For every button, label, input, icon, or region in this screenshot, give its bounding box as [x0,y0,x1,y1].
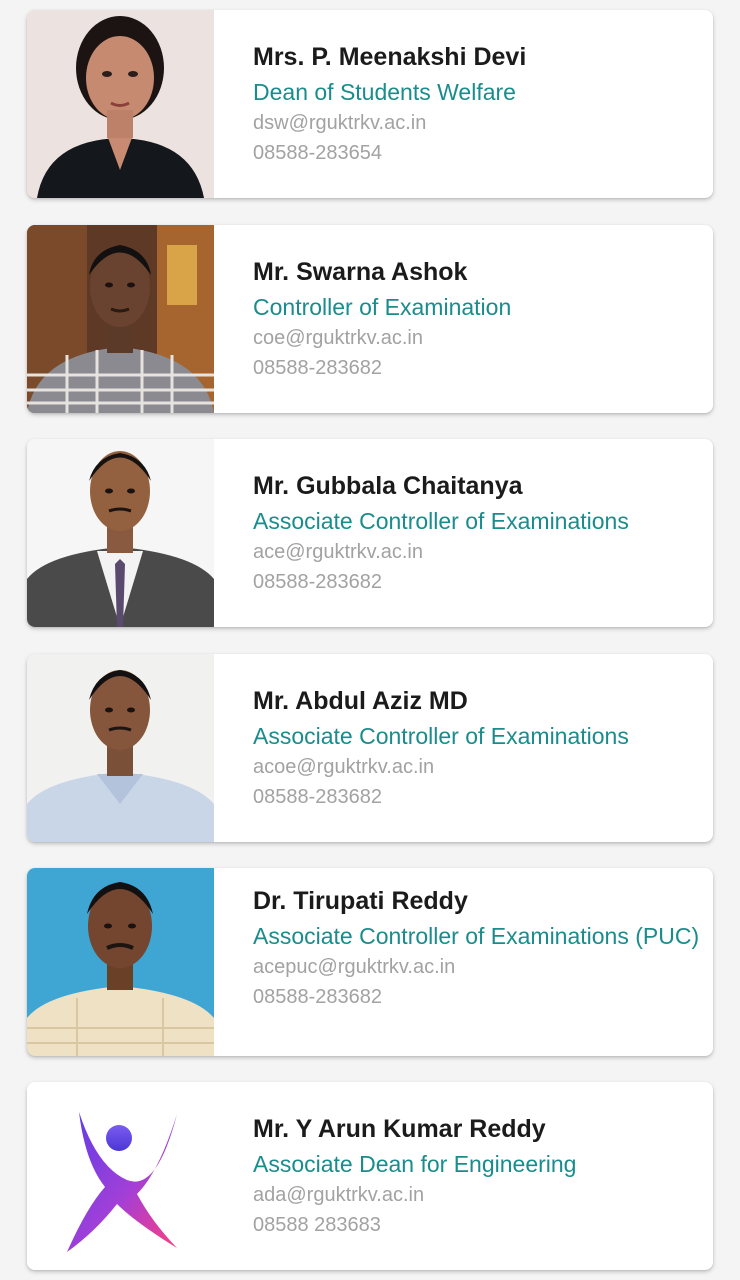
staff-email[interactable]: ace@rguktrkv.ac.in [253,538,713,566]
staff-phone[interactable]: 08588-283682 [253,783,713,811]
staff-card[interactable]: Mr. Y Arun Kumar Reddy Associate Dean fo… [27,1082,713,1270]
staff-name: Mr. Gubbala Chaitanya [253,472,523,500]
staff-info: Mr. Gubbala Chaitanya Associate Controll… [214,439,713,627]
staff-name: Mr. Y Arun Kumar Reddy [253,1115,546,1143]
staff-role: Controller of Examination [253,294,512,320]
staff-info: Mrs. P. Meenakshi Devi Dean of Students … [214,10,713,198]
staff-info: Mr. Y Arun Kumar Reddy Associate Dean fo… [214,1082,713,1270]
staff-card[interactable]: Dr. Tirupati Reddy Associate Controller … [27,868,713,1056]
person-photo [27,10,214,198]
person-photo [27,439,214,627]
person-photo [27,225,214,413]
staff-role: Dean of Students Welfare [253,79,516,105]
staff-phone[interactable]: 08588 283683 [253,1211,713,1239]
staff-info: Mr. Abdul Aziz MD Associate Controller o… [214,654,713,842]
staff-card[interactable]: Mr. Abdul Aziz MD Associate Controller o… [27,654,713,842]
person-photo [27,868,214,1056]
staff-list: Mrs. P. Meenakshi Devi Dean of Students … [0,0,740,1280]
staff-email[interactable]: coe@rguktrkv.ac.in [253,324,713,352]
staff-phone[interactable]: 08588-283682 [253,354,713,382]
staff-role: Associate Controller of Examinations [253,723,629,749]
person-photo [27,654,214,842]
staff-phone[interactable]: 08588-283682 [253,568,713,596]
staff-email[interactable]: dsw@rguktrkv.ac.in [253,109,713,137]
staff-card[interactable]: Mr. Gubbala Chaitanya Associate Controll… [27,439,713,627]
staff-card[interactable]: Mrs. P. Meenakshi Devi Dean of Students … [27,10,713,198]
staff-name: Dr. Tirupati Reddy [253,887,468,915]
placeholder-person-logo-icon [27,1082,214,1270]
staff-name: Mr. Swarna Ashok [253,258,468,286]
staff-phone[interactable]: 08588-283682 [253,983,713,1011]
staff-role: Associate Controller of Examinations [253,508,629,534]
staff-info: Dr. Tirupati Reddy Associate Controller … [214,868,713,1056]
staff-email[interactable]: acoe@rguktrkv.ac.in [253,753,713,781]
staff-role: Associate Controller of Examinations (PU… [253,923,700,949]
staff-name: Mrs. P. Meenakshi Devi [253,43,527,71]
staff-email[interactable]: acepuc@rguktrkv.ac.in [253,953,713,981]
staff-card[interactable]: Mr. Swarna Ashok Controller of Examinati… [27,225,713,413]
staff-name: Mr. Abdul Aziz MD [253,687,468,715]
staff-phone[interactable]: 08588-283654 [253,139,713,167]
staff-info: Mr. Swarna Ashok Controller of Examinati… [214,225,713,413]
staff-email[interactable]: ada@rguktrkv.ac.in [253,1181,713,1209]
staff-role: Associate Dean for Engineering [253,1151,577,1177]
